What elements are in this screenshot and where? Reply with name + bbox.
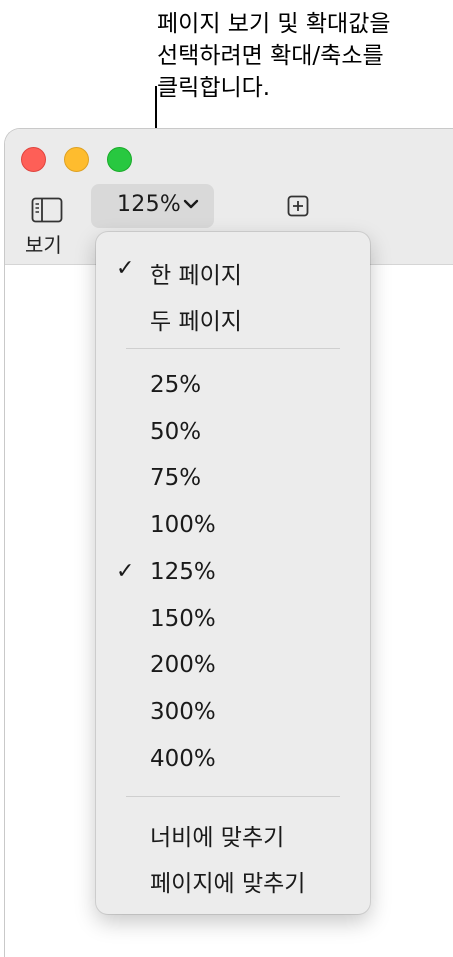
menu-item-label: 25% [150, 372, 202, 398]
menu-item-zoom-125[interactable]: ✓ 125% [96, 553, 370, 593]
zoom-dropdown-menu: ✓ 한 페이지 두 페이지 25% 50% 75% 100% ✓ 125% 15… [96, 232, 370, 914]
menu-item-label: 한 페이지 [150, 263, 242, 289]
menu-item-label: 400% [150, 746, 216, 772]
view-button[interactable]: 보기 [21, 191, 71, 257]
view-button-label: 보기 [25, 233, 62, 257]
zoom-window-button[interactable] [107, 147, 132, 172]
menu-item-label: 300% [150, 699, 216, 725]
menu-item-zoom-50[interactable]: 50% [96, 413, 370, 453]
callout-line-3: 클릭합니다. [157, 75, 271, 101]
menu-item-zoom-75[interactable]: 75% [96, 459, 370, 499]
callout-line-1: 페이지 보기 및 확대값을 [157, 11, 391, 37]
window-left-edge [4, 260, 5, 957]
screenshot-stage: 페이지 보기 및 확대값을 선택하려면 확대/축소를 클릭합니다. 보기 125… [0, 0, 453, 957]
menu-item-zoom-100[interactable]: 100% [96, 506, 370, 546]
zoom-button[interactable]: 125% [91, 184, 214, 228]
menu-item-single-page[interactable]: ✓ 한 페이지 [96, 250, 370, 290]
menu-separator [126, 348, 340, 349]
menu-item-two-pages[interactable]: 두 페이지 [96, 296, 370, 336]
menu-item-label: 페이지에 맞추기 [150, 871, 306, 897]
menu-item-fit-width[interactable]: 너비에 맞추기 [96, 812, 370, 852]
menu-item-label: 50% [150, 419, 202, 445]
menu-item-label: 너비에 맞추기 [150, 825, 285, 851]
checkmark-icon: ✓ [116, 256, 135, 281]
menu-item-label: 두 페이지 [150, 309, 242, 335]
zoom-value: 125% [117, 192, 182, 217]
menu-item-label: 100% [150, 512, 216, 538]
callout-line-2: 선택하려면 확대/축소를 [157, 43, 384, 69]
menu-item-zoom-400[interactable]: 400% [96, 740, 370, 780]
callout-text: 페이지 보기 및 확대값을 선택하려면 확대/축소를 클릭합니다. [157, 8, 447, 104]
menu-separator [126, 796, 340, 797]
sidebar-view-icon [31, 197, 63, 223]
menu-item-zoom-25[interactable]: 25% [96, 366, 370, 406]
menu-item-zoom-300[interactable]: 300% [96, 693, 370, 733]
menu-item-label: 150% [150, 606, 216, 632]
menu-item-label: 125% [150, 559, 216, 585]
menu-item-fit-page[interactable]: 페이지에 맞추기 [96, 858, 370, 898]
minimize-window-button[interactable] [64, 147, 89, 172]
checkmark-icon: ✓ [116, 559, 135, 584]
chevron-down-icon [183, 199, 199, 209]
add-page-icon[interactable] [287, 195, 309, 217]
menu-item-zoom-200[interactable]: 200% [96, 646, 370, 686]
menu-item-label: 200% [150, 652, 216, 678]
close-window-button[interactable] [21, 147, 46, 172]
menu-item-zoom-150[interactable]: 150% [96, 600, 370, 640]
menu-item-label: 75% [150, 465, 202, 491]
